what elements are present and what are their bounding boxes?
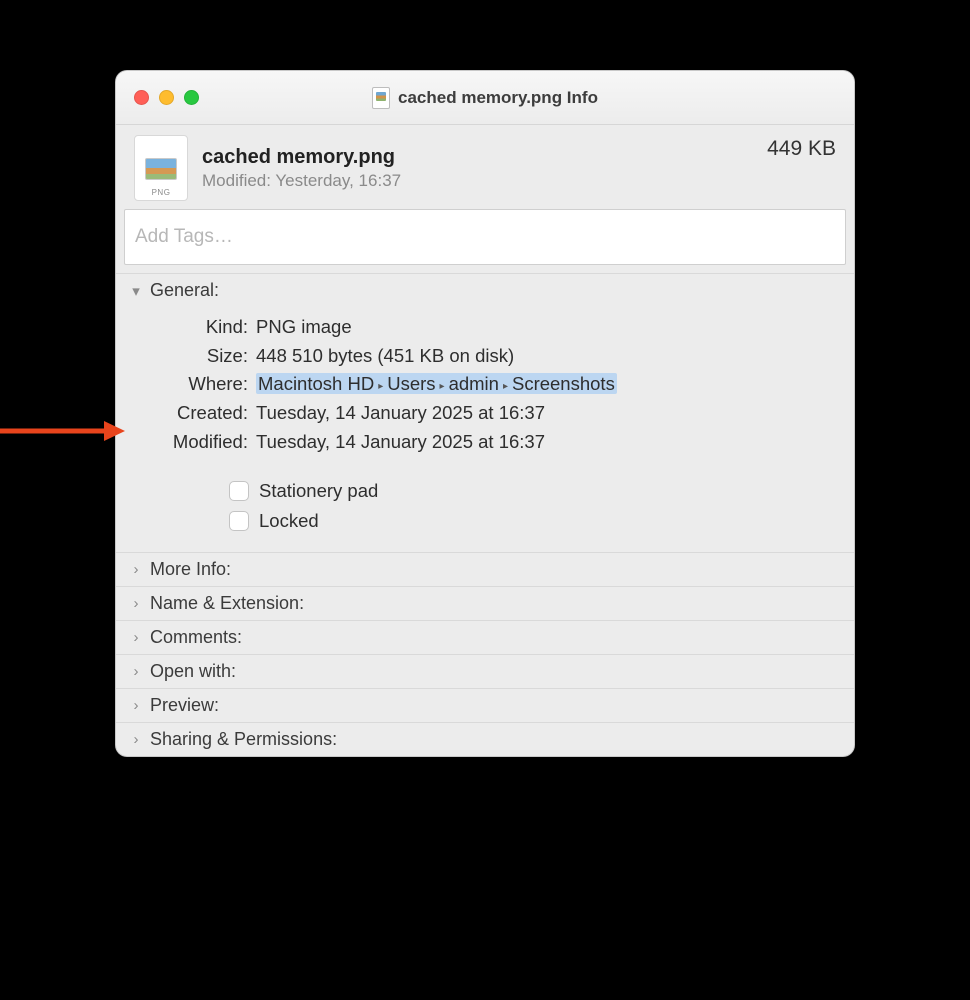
section-title-preview: Preview: xyxy=(150,695,219,716)
row-size: Size: 448 510 bytes (451 KB on disk) xyxy=(130,342,840,371)
thumbnail-badge: PNG xyxy=(135,188,187,197)
chevron-right-icon: › xyxy=(128,697,144,714)
label-kind: Kind: xyxy=(130,313,256,342)
section-name-extension: › Name & Extension: xyxy=(116,586,854,620)
section-header-open-with[interactable]: › Open with: xyxy=(116,655,854,688)
chevron-right-icon: › xyxy=(128,663,144,680)
section-more-info: › More Info: xyxy=(116,552,854,586)
label-created: Created: xyxy=(130,399,256,428)
row-kind: Kind: PNG image xyxy=(130,313,840,342)
file-size-summary: 449 KB xyxy=(767,137,836,161)
section-title-name-extension: Name & Extension: xyxy=(150,593,304,614)
label-size: Size: xyxy=(130,342,256,371)
section-title-comments: Comments: xyxy=(150,627,242,648)
zoom-window-button[interactable] xyxy=(184,90,199,105)
value-where[interactable]: Macintosh HD▸Users▸admin▸Screenshots xyxy=(256,373,617,394)
section-header-preview[interactable]: › Preview: xyxy=(116,689,854,722)
section-header-name-extension[interactable]: › Name & Extension: xyxy=(116,587,854,620)
section-header-more-info[interactable]: › More Info: xyxy=(116,553,854,586)
checkbox-stationery-pad[interactable]: Stationery pad xyxy=(229,476,840,506)
chevron-right-icon: › xyxy=(128,595,144,612)
chevron-right-icon: › xyxy=(128,629,144,646)
minimize-window-button[interactable] xyxy=(159,90,174,105)
annotation-arrow xyxy=(0,421,125,441)
checkbox-label-stationery: Stationery pad xyxy=(259,480,378,502)
section-open-with: › Open with: xyxy=(116,654,854,688)
section-comments: › Comments: xyxy=(116,620,854,654)
traffic-lights xyxy=(116,90,199,105)
section-sharing-permissions: › Sharing & Permissions: xyxy=(116,722,854,756)
section-general: ▾ General: Kind: PNG image Size: 448 510… xyxy=(116,273,854,552)
file-name: cached memory.png xyxy=(202,146,753,169)
value-created: Tuesday, 14 January 2025 at 16:37 xyxy=(256,399,840,428)
chevron-down-icon: ▾ xyxy=(128,282,144,300)
row-created: Created: Tuesday, 14 January 2025 at 16:… xyxy=(130,399,840,428)
value-modified: Tuesday, 14 January 2025 at 16:37 xyxy=(256,428,840,457)
checkbox-locked[interactable]: Locked xyxy=(229,506,840,536)
file-thumbnail: PNG xyxy=(134,135,188,201)
section-preview: › Preview: xyxy=(116,688,854,722)
section-header-general[interactable]: ▾ General: xyxy=(116,274,854,307)
chevron-right-icon: › xyxy=(128,561,144,578)
info-window: cached memory.png Info PNG cached memory… xyxy=(115,70,855,757)
titlebar[interactable]: cached memory.png Info xyxy=(116,71,854,125)
checkbox-icon xyxy=(229,481,249,501)
tags-input[interactable] xyxy=(124,209,846,265)
section-title-open-with: Open with: xyxy=(150,661,236,682)
checkbox-icon xyxy=(229,511,249,531)
section-title-general: General: xyxy=(150,280,219,301)
label-modified: Modified: xyxy=(130,428,256,457)
checkbox-label-locked: Locked xyxy=(259,510,319,532)
section-title-more-info: More Info: xyxy=(150,559,231,580)
file-header: PNG cached memory.png Modified: Yesterda… xyxy=(116,125,854,209)
label-where: Where: xyxy=(130,370,256,399)
title-file-icon xyxy=(372,87,390,109)
value-size: 448 510 bytes (451 KB on disk) xyxy=(256,342,840,371)
section-header-sharing-permissions[interactable]: › Sharing & Permissions: xyxy=(116,723,854,756)
row-modified: Modified: Tuesday, 14 January 2025 at 16… xyxy=(130,428,840,457)
close-window-button[interactable] xyxy=(134,90,149,105)
section-header-comments[interactable]: › Comments: xyxy=(116,621,854,654)
chevron-right-icon: › xyxy=(128,731,144,748)
file-modified-summary: Modified: Yesterday, 16:37 xyxy=(202,171,753,191)
window-title: cached memory.png Info xyxy=(398,88,598,108)
value-kind: PNG image xyxy=(256,313,840,342)
section-title-sharing-permissions: Sharing & Permissions: xyxy=(150,729,337,750)
row-where: Where: Macintosh HD▸Users▸admin▸Screensh… xyxy=(130,370,840,399)
